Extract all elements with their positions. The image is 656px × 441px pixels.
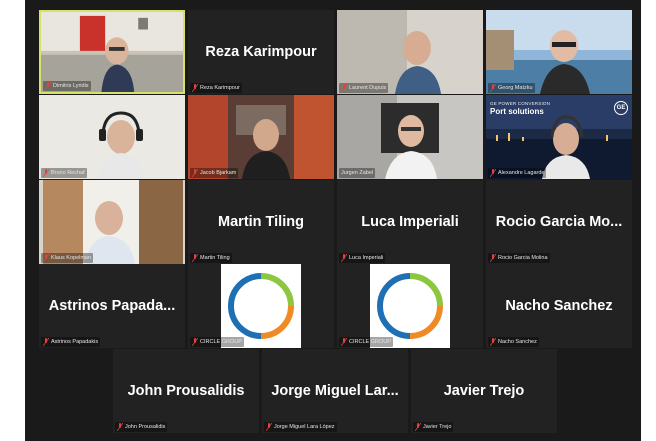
participant-video <box>188 95 334 179</box>
participant-name: Dimitris Lyridis <box>53 83 89 89</box>
circle-logo-icon <box>376 273 443 339</box>
participant-display-name: Javier Trejo <box>443 383 525 399</box>
participant-video <box>337 10 483 94</box>
participant-name: John Prousalidis <box>125 424 166 430</box>
participant-name: Bruno Rechaf <box>51 170 85 176</box>
participant-display-name: Nacho Sanchez <box>505 298 613 314</box>
muted-mic-icon <box>43 254 49 262</box>
participant-name-label: Klaus Kopelman <box>41 253 94 263</box>
participant-name-label: Martin Tiling <box>190 253 232 263</box>
participant-name-label: Astrinos Papadakis <box>41 337 101 347</box>
participant-display-name: Jorge Miguel Lar... <box>271 383 399 399</box>
participant-name: Laurent Dupuis <box>349 85 387 91</box>
participant-tile-circle-group-2[interactable]: CIRCLE GROUP <box>337 264 483 348</box>
participant-tile-luca-imperiali[interactable]: Luca Imperiali Luca Imperiali <box>337 180 483 264</box>
participant-tile-circle-group-1[interactable]: CIRCLE GROUP <box>188 264 334 348</box>
muted-mic-icon <box>192 338 198 346</box>
participant-name: Klaus Kopelman <box>51 255 92 261</box>
participant-name: Georg Matzku <box>498 85 533 91</box>
muted-mic-icon <box>490 169 496 177</box>
banner-title: Port solutions <box>490 107 544 116</box>
background-banner: GE POWER CONVERSION Port solutions <box>490 101 550 116</box>
banner-subtitle: GE POWER CONVERSION <box>490 101 551 106</box>
muted-mic-icon <box>192 254 198 262</box>
muted-mic-icon <box>341 84 347 92</box>
participant-name-label: John Prousalidis <box>115 422 168 432</box>
participant-display-name: Reza Karimpour <box>205 44 317 60</box>
participant-display-name: Astrinos Papada... <box>48 298 176 314</box>
participant-tile-klaus-kopelman[interactable]: Klaus Kopelman <box>39 180 185 264</box>
participant-name: Reza Karimpour <box>200 85 240 91</box>
participant-name: Jurgen Zabel <box>341 170 374 176</box>
participant-tile-dimitris-lyridis[interactable]: Dimitris Lyridis <box>39 10 185 94</box>
participant-tile-jorge-miguel-lara-lopez[interactable]: Jorge Miguel Lar... Jorge Miguel Lara Ló… <box>262 349 408 433</box>
participant-name: Nacho Sanchez <box>498 339 537 345</box>
participant-display-name: John Prousalidis <box>127 383 245 399</box>
participant-video <box>39 95 185 179</box>
participant-name-label: Laurent Dupuis <box>339 83 389 93</box>
participant-video <box>39 180 185 264</box>
participant-display-name: Luca Imperiali <box>361 214 459 230</box>
muted-mic-icon <box>490 254 496 262</box>
participant-name: Martin Tiling <box>200 255 230 261</box>
participant-tile-john-prousalidis[interactable]: John Prousalidis John Prousalidis <box>113 349 259 433</box>
participant-name-label: Luca Imperiali <box>339 253 386 263</box>
participant-tile-jacob-bjarkam[interactable]: Jacob Bjarkam <box>188 95 334 179</box>
participant-name-label: Georg Matzku <box>488 83 535 93</box>
muted-mic-icon <box>341 338 347 346</box>
muted-mic-icon <box>192 169 198 177</box>
participant-tile-georg-matzku[interactable]: Georg Matzku <box>486 10 632 94</box>
muted-mic-icon <box>117 423 123 431</box>
participant-name: CIRCLE GROUP <box>200 339 242 345</box>
participant-name: Jorge Miguel Lara López <box>274 424 335 430</box>
participant-video <box>337 95 483 179</box>
ge-logo-icon: GE <box>614 101 628 115</box>
participant-name-label: CIRCLE GROUP <box>339 337 393 347</box>
participant-name-label: Javier Trejo <box>413 422 454 432</box>
muted-mic-icon <box>192 84 198 92</box>
muted-mic-icon <box>490 338 496 346</box>
muted-mic-icon <box>45 82 51 90</box>
muted-mic-icon <box>43 338 49 346</box>
participant-name-label: CIRCLE GROUP <box>190 337 244 347</box>
participant-tile-javier-trejo[interactable]: Javier Trejo Javier Trejo <box>411 349 557 433</box>
circle-logo-icon <box>227 273 294 339</box>
participant-name-label: Jacob Bjarkam <box>190 168 239 178</box>
muted-mic-icon <box>266 423 272 431</box>
participant-name: Alexandre Lagarde <box>498 170 545 176</box>
participant-tile-bruno-rechaf[interactable]: Bruno Rechaf <box>39 95 185 179</box>
participant-name: CIRCLE GROUP <box>349 339 391 345</box>
participant-name: Astrinos Papadakis <box>51 339 99 345</box>
muted-mic-icon <box>415 423 421 431</box>
video-gallery: Dimitris Lyridis Reza Karimpour Reza Kar… <box>25 0 641 441</box>
participant-tile-rocio-garcia-molina[interactable]: Rocio Garcia Mo... Rocio Garcia Molina <box>486 180 632 264</box>
muted-mic-icon <box>43 169 49 177</box>
participant-name-label: Nacho Sanchez <box>488 337 539 347</box>
participant-tile-nacho-sanchez[interactable]: Nacho Sanchez Nacho Sanchez <box>486 264 632 348</box>
participant-tile-astrinos-papadakis[interactable]: Astrinos Papada... Astrinos Papadakis <box>39 264 185 348</box>
participant-name-label: Bruno Rechaf <box>41 168 87 178</box>
participant-tile-laurent-dupuis[interactable]: Laurent Dupuis <box>337 10 483 94</box>
participant-tile-jurgen-zabel[interactable]: Jurgen Zabel <box>337 95 483 179</box>
participant-tile-martin-tiling[interactable]: Martin Tiling Martin Tiling <box>188 180 334 264</box>
muted-mic-icon <box>341 254 347 262</box>
muted-mic-icon <box>490 84 496 92</box>
participant-name-label: Alexandre Lagarde <box>488 168 547 178</box>
participant-name: Javier Trejo <box>423 424 452 430</box>
participant-name-label: Reza Karimpour <box>190 83 242 93</box>
participant-name: Rocio Garcia Molina <box>498 255 548 261</box>
circle-group-logo <box>221 264 301 348</box>
participant-name-label: Jorge Miguel Lara López <box>264 422 337 432</box>
participant-name: Jacob Bjarkam <box>200 170 237 176</box>
participant-display-name: Rocio Garcia Mo... <box>495 214 623 230</box>
circle-group-logo <box>370 264 450 348</box>
participant-name-label: Rocio Garcia Molina <box>488 253 550 263</box>
participant-name-label: Dimitris Lyridis <box>43 81 91 91</box>
participant-tile-reza-karimpour[interactable]: Reza Karimpour Reza Karimpour <box>188 10 334 94</box>
participant-video <box>486 10 632 94</box>
participant-name: Luca Imperiali <box>349 255 384 261</box>
participant-name-label: Jurgen Zabel <box>339 168 376 178</box>
participant-tile-alexandre-lagarde[interactable]: GE POWER CONVERSION Port solutions GE Al… <box>486 95 632 179</box>
participant-display-name: Martin Tiling <box>218 214 304 230</box>
